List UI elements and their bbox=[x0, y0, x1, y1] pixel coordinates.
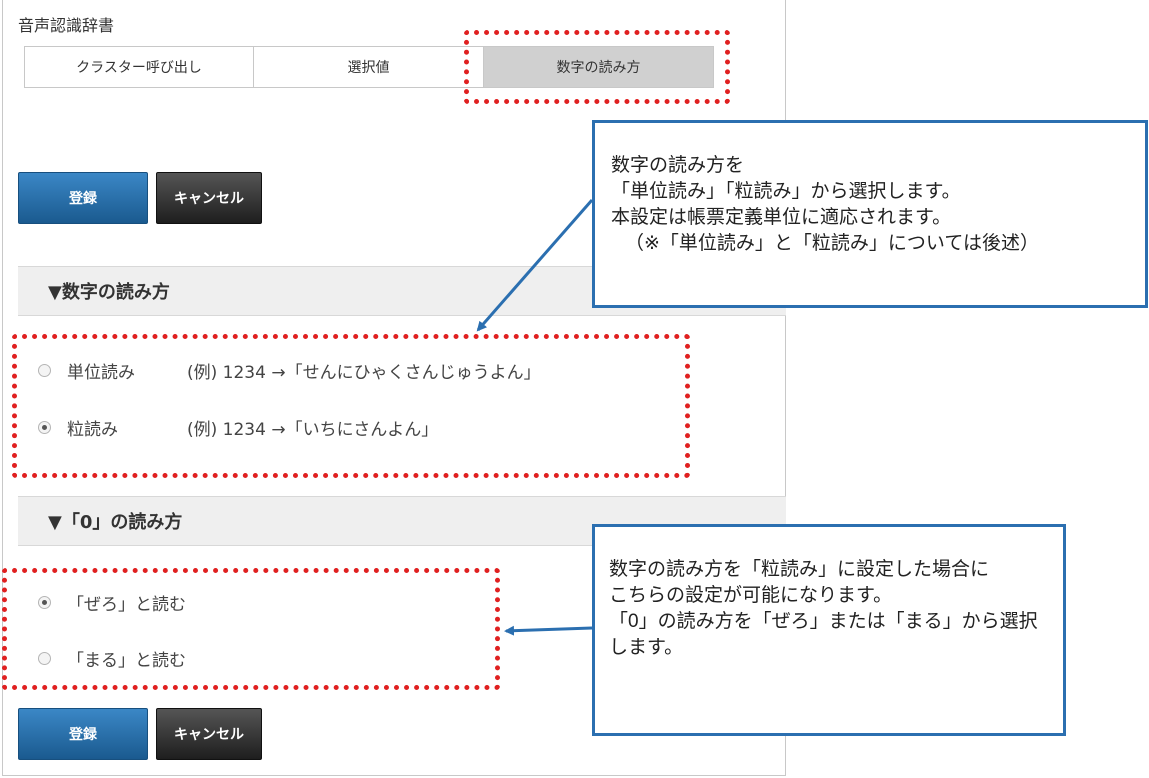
tab-cluster-call[interactable]: クラスター呼び出し bbox=[24, 46, 254, 88]
callout-bottom-line-3: 「0」の読み方を「ぜろ」または「まる」から選択 bbox=[609, 611, 1038, 632]
register-button-top[interactable]: 登録 bbox=[18, 172, 148, 224]
radio-zero-as-maru[interactable]: 「まる」と読む bbox=[38, 646, 186, 671]
app-title: 音声認識辞書 bbox=[18, 16, 115, 35]
digit-reading-label: 粒読み bbox=[67, 420, 118, 440]
callout-bottom-line-4: します。 bbox=[609, 637, 684, 658]
radio-zero-as-zero[interactable]: 「ぜろ」と読む bbox=[38, 590, 186, 615]
radio-digit-reading[interactable]: 粒読み (例) 1234 →「いちにさんよん」 bbox=[38, 415, 438, 440]
zero-as-zero-label: 「ぜろ」と読む bbox=[67, 595, 186, 615]
register-button-bottom[interactable]: 登録 bbox=[18, 708, 148, 760]
radio-zero-as-maru-circle[interactable] bbox=[38, 652, 51, 665]
digit-reading-example: (例) 1234 →「いちにさんよん」 bbox=[187, 420, 439, 440]
cancel-button-top[interactable]: キャンセル bbox=[156, 172, 262, 224]
callout-top-line-2: 「単位読み」「粒読み」から選択します。 bbox=[611, 181, 961, 202]
radio-digit-reading-circle[interactable] bbox=[38, 421, 51, 434]
cancel-button-bottom[interactable]: キャンセル bbox=[156, 708, 262, 760]
callout-zero-reading: 数字の読み方を「粒読み」に設定した場合に こちらの設定が可能になります。 「0」… bbox=[592, 524, 1066, 736]
callout-bottom-line-2: こちらの設定が可能になります。 bbox=[609, 585, 893, 606]
radio-unit-reading-circle[interactable] bbox=[38, 364, 51, 377]
unit-reading-example: (例) 1234 →「せんにひゃくさんじゅうよん」 bbox=[187, 363, 541, 383]
radio-unit-reading[interactable]: 単位読み (例) 1234 →「せんにひゃくさんじゅうよん」 bbox=[38, 358, 541, 383]
radio-zero-as-zero-circle[interactable] bbox=[38, 596, 51, 609]
tab-selected-value[interactable]: 選択値 bbox=[254, 46, 484, 88]
tab-number-reading[interactable]: 数字の読み方 bbox=[484, 46, 714, 88]
tab-bar: クラスター呼び出し 選択値 数字の読み方 bbox=[24, 46, 714, 88]
callout-top-line-1: 数字の読み方を bbox=[611, 155, 745, 176]
callout-top-line-3: 本設定は帳票定義単位に適応されます。 bbox=[611, 207, 952, 228]
callout-bottom-line-1: 数字の読み方を「粒読み」に設定した場合に bbox=[609, 559, 990, 580]
unit-reading-label: 単位読み bbox=[67, 363, 135, 383]
callout-number-reading: 数字の読み方を 「単位読み」「粒読み」から選択します。 本設定は帳票定義単位に適… bbox=[592, 120, 1148, 308]
zero-as-maru-label: 「まる」と読む bbox=[67, 651, 186, 671]
callout-top-line-4: （※「単位読み」と「粒読み」については後述） bbox=[625, 233, 1039, 254]
